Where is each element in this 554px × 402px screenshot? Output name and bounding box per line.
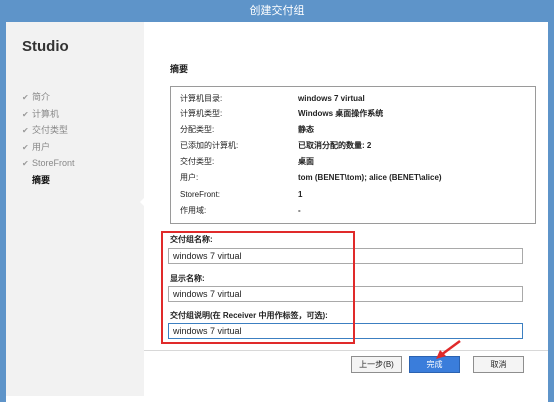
summary-label: 作用域: <box>180 206 207 215</box>
summary-label: 交付类型: <box>180 157 215 166</box>
step-users[interactable]: ✔ 用户 <box>22 139 75 156</box>
wizard-steps: ✔ 简介 ✔ 计算机 ✔ 交付类型 ✔ 用户 ✔ StoreFront 摘要 <box>22 89 75 188</box>
wizard-content: 摘要 计算机目录: windows 7 virtual 计算机类型: Windo… <box>144 22 548 396</box>
summary-value: tom (BENET\tom); alice (BENET\alice) <box>298 173 442 182</box>
check-icon: ✔ <box>22 93 29 102</box>
back-button[interactable]: 上一步(B) <box>351 356 402 373</box>
summary-label: StoreFront: <box>180 190 221 199</box>
page-title: 摘要 <box>170 64 189 74</box>
step-introduction[interactable]: ✔ 简介 <box>22 89 75 106</box>
summary-value: 静态 <box>298 125 314 134</box>
display-name-label: 显示名称: <box>170 274 205 283</box>
summary-value: windows 7 virtual <box>298 94 365 103</box>
step-label: StoreFront <box>32 158 75 168</box>
check-icon: ✔ <box>22 126 29 135</box>
check-icon: ✔ <box>22 159 29 168</box>
display-name-input[interactable] <box>168 286 523 302</box>
footer-divider <box>144 350 548 351</box>
studio-brand: Studio <box>22 38 69 55</box>
window-title: 创建交付组 <box>249 5 305 17</box>
window-titlebar: 创建交付组 <box>0 0 554 22</box>
group-name-label: 交付组名称: <box>170 235 213 244</box>
summary-label: 计算机类型: <box>180 109 223 118</box>
cancel-button[interactable]: 取消 <box>473 356 524 373</box>
step-label: 交付类型 <box>32 125 69 135</box>
step-label: 摘要 <box>32 174 51 185</box>
summary-value: 桌面 <box>298 157 314 166</box>
step-summary[interactable]: 摘要 <box>22 172 75 189</box>
summary-label: 用户: <box>180 173 199 182</box>
check-icon: ✔ <box>22 109 29 119</box>
step-label: 简介 <box>32 92 51 102</box>
check-icon: ✔ <box>22 142 29 152</box>
annotation-arrow-icon <box>436 339 461 359</box>
summary-value: 1 <box>298 190 303 199</box>
group-name-input[interactable] <box>168 248 523 264</box>
description-label: 交付组说明(在 Receiver 中用作标签，可选): <box>170 311 328 320</box>
window-frame-right <box>548 22 554 402</box>
step-machines[interactable]: ✔ 计算机 <box>22 106 75 123</box>
wizard-sidebar <box>6 22 144 396</box>
summary-label: 分配类型: <box>180 125 215 134</box>
summary-value: Windows 桌面操作系统 <box>298 109 384 118</box>
step-delivery-type[interactable]: ✔ 交付类型 <box>22 122 75 139</box>
step-label: 计算机 <box>32 108 60 119</box>
summary-value: 已取消分配的数量: 2 <box>298 141 372 150</box>
summary-label: 已添加的计算机: <box>180 141 239 150</box>
summary-panel: 计算机目录: windows 7 virtual 计算机类型: Windows … <box>170 86 536 224</box>
summary-label: 计算机目录: <box>180 94 223 103</box>
description-input[interactable] <box>168 323 523 339</box>
step-label: 用户 <box>32 141 51 152</box>
summary-value: - <box>298 206 301 215</box>
step-storefront[interactable]: ✔ StoreFront <box>22 155 75 172</box>
